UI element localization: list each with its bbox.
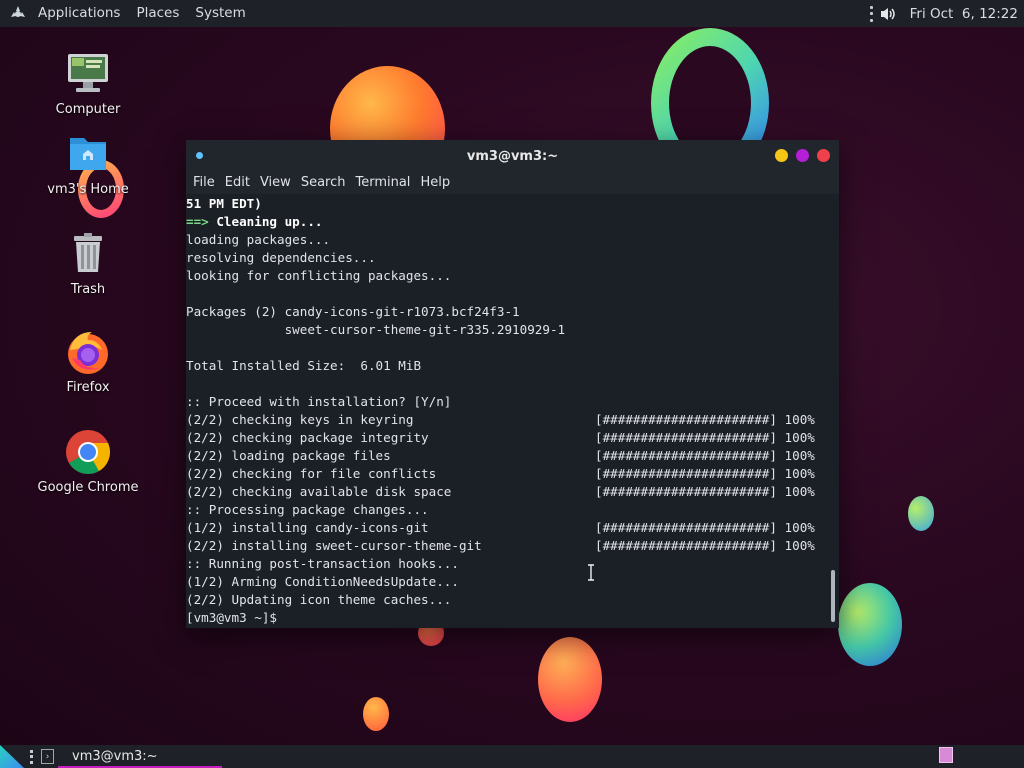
panel-tray: Fri Oct 6, 12:22 [869,5,1024,22]
volume-icon[interactable] [880,6,896,22]
wallpaper-blob [538,637,602,722]
menu-search[interactable]: Search [296,172,351,194]
scrollbar[interactable] [831,570,835,622]
desktop-icon-label: Trash [70,282,106,297]
terminal-line: :: Proceed with installation? [Y/n] [186,394,452,409]
text-cursor-icon [588,564,594,581]
terminal-line: [vm3@vm3 ~]$ [186,610,277,625]
taskbar-window-button[interactable]: vm3@vm3:~ [58,745,222,768]
terminal-line: Packages (2) candy-icons-git-r1073.bcf24… [186,304,520,319]
menu-view[interactable]: View [255,172,296,194]
terminal-line: resolving dependencies... [186,250,376,265]
terminal-line: Total Installed Size: 6.01 MiB [186,358,422,373]
distro-logo-icon[interactable] [8,4,28,24]
terminal-line: ==> Cleaning up... [186,214,323,229]
progress-bar-text: [######################] 100% [595,412,815,427]
wallpaper-blob [908,496,934,531]
wallpaper-blob [838,583,902,666]
terminal-line: 51 PM EDT) [186,196,262,211]
computer-icon [64,50,112,98]
menu-edit[interactable]: Edit [220,172,255,194]
terminal-line: looking for conflicting packages... [186,268,452,283]
places-menu[interactable]: Places [128,0,187,27]
terminal-line: (2/2) checking available disk space [186,484,452,499]
panel-menu: Applications Places System [0,0,254,27]
terminal-line: (2/2) checking for file conflicts [186,466,437,481]
trash-icon [64,230,112,278]
desktop-icon-label: Google Chrome [37,480,139,495]
clock[interactable]: Fri Oct 6, 12:22 [910,6,1018,22]
taskbar-window-label: vm3@vm3:~ [72,749,158,764]
chrome-icon [64,428,112,476]
menu-help[interactable]: Help [415,172,455,194]
close-button[interactable] [817,149,830,162]
terminal-line: :: Running post-transaction hooks... [186,556,459,571]
progress-bar-text: [######################] 100% [595,466,815,481]
menu-terminal[interactable]: Terminal [350,172,415,194]
terminal-line: sweet-cursor-theme-git-r335.2910929-1 [186,322,566,337]
system-menu[interactable]: System [187,0,253,27]
desktop-icon-chrome[interactable]: Google Chrome [28,428,148,495]
top-panel: Applications Places System Fri Oct 6, 12… [0,0,1024,27]
terminal-line: loading packages... [186,232,331,247]
terminal-line: :: Processing package changes... [186,502,429,517]
desktop-icon-label: Firefox [66,380,110,395]
terminal-line: (2/2) checking package integrity [186,430,429,445]
terminal-output[interactable]: 51 PM EDT) ==> Cleaning up... loading pack… [186,194,839,628]
desktop-icon-label: Computer [55,102,121,117]
menu-corner-icon[interactable] [0,745,24,768]
home-folder-icon [64,130,112,178]
wallpaper-blob [363,697,389,731]
desktop-icon-firefox[interactable]: Firefox [28,328,148,395]
terminal-line: (1/2) installing candy-icons-git [186,520,429,535]
terminal-menubar: File Edit View Search Terminal Help [186,172,839,194]
minimize-button[interactable] [775,149,788,162]
taskbar: › vm3@vm3:~ [0,745,1024,768]
progress-bar-text: [######################] 100% [595,484,815,499]
terminal-line: (2/2) checking keys in keyring [186,412,414,427]
terminal-line: (2/2) installing sweet-cursor-theme-git [186,538,482,553]
window-titlebar[interactable]: vm3@vm3:~ [186,140,839,172]
desktop-icon-label: vm3's Home [47,182,129,197]
window-title: vm3@vm3:~ [466,148,559,164]
window-controls [775,149,830,162]
workspace-switcher[interactable] [939,747,953,763]
taskbar-handle-icon [30,749,35,764]
desktop-icon-home[interactable]: vm3's Home [28,130,148,197]
desktop-icon-computer[interactable]: Computer [28,50,148,117]
desktop-icon-trash[interactable]: Trash [28,230,148,297]
maximize-button[interactable] [796,149,809,162]
menu-file[interactable]: File [188,172,220,194]
terminal-icon: › [41,749,54,764]
window-menu-icon[interactable] [196,152,203,159]
terminal-line: (2/2) loading package files [186,448,391,463]
progress-bar-text: [######################] 100% [595,520,815,535]
progress-bar-text: [######################] 100% [595,448,815,463]
terminal-line: (2/2) Updating icon theme caches... [186,592,452,607]
panel-handle-icon [869,5,874,22]
terminal-window[interactable]: vm3@vm3:~ File Edit View Search Terminal… [186,140,839,628]
progress-bar-text: [######################] 100% [595,538,815,553]
terminal-line: (1/2) Arming ConditionNeedsUpdate... [186,574,459,589]
progress-bar-text: [######################] 100% [595,430,815,445]
applications-menu[interactable]: Applications [30,0,128,27]
firefox-icon [64,328,112,376]
